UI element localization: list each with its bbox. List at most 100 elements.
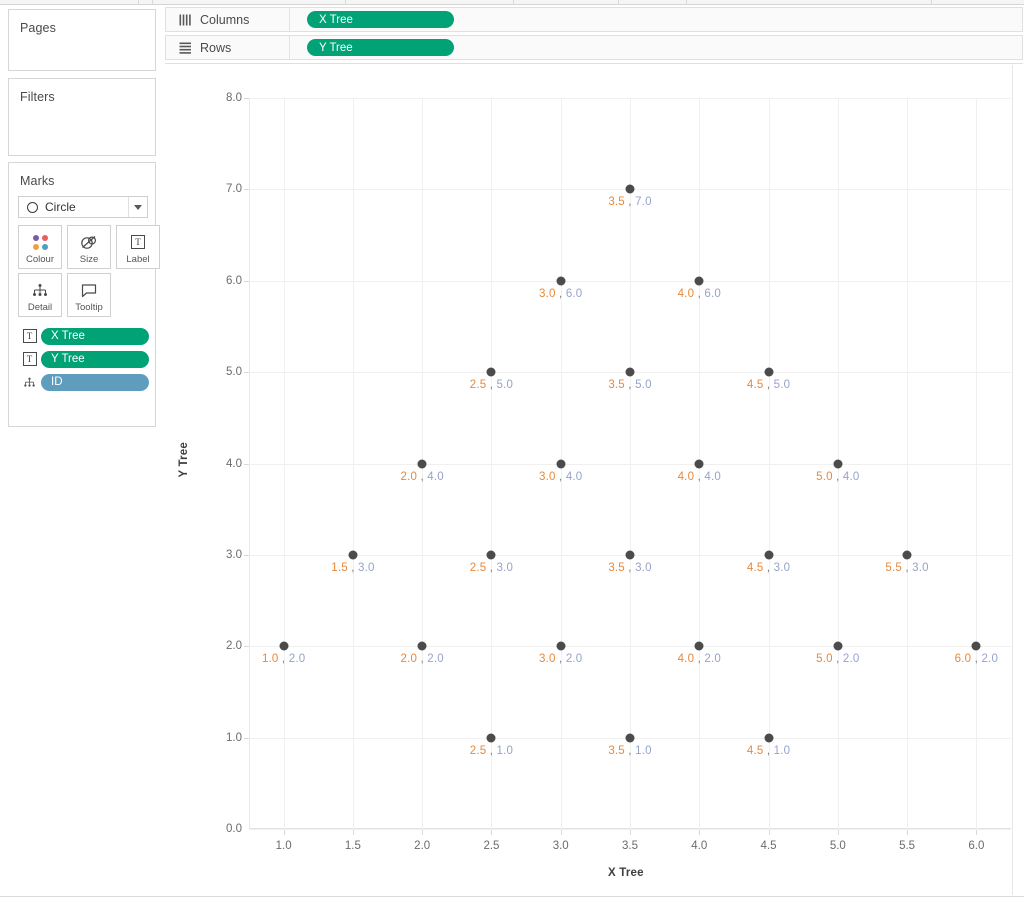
scatter-mark-label-y: 2.0 [427, 653, 444, 666]
rows-shelf-label: Rows [200, 40, 232, 55]
scatter-mark-label-x: 3.5 [608, 196, 625, 209]
scatter-mark-label: 3.0 , 4.0 [539, 471, 582, 483]
scatter-mark[interactable] [417, 459, 427, 468]
scatter-mark[interactable] [694, 641, 704, 651]
scatter-mark-label-y: 1.0 [635, 744, 652, 757]
scatter-mark[interactable] [486, 550, 496, 560]
scatter-mark[interactable] [764, 550, 774, 560]
marks-card-title: Marks [20, 174, 55, 188]
gridline-horizontal [249, 98, 1011, 99]
marks-pill-x-tree[interactable]: T X Tree [21, 327, 149, 345]
marks-pill-y-tree[interactable]: T Y Tree [21, 350, 149, 368]
scatter-mark-label-y: 3.0 [912, 561, 929, 574]
rows-shelf[interactable]: Rows Y Tree [165, 35, 1023, 60]
scatter-mark-label-x: 5.0 [816, 653, 833, 666]
scatter-mark-label-separator: , [555, 653, 566, 666]
scatter-mark[interactable] [556, 459, 566, 468]
x-axis-tick-mark [768, 830, 770, 835]
scatter-mark-label-separator: , [832, 653, 843, 666]
gridline-horizontal [249, 646, 1011, 648]
scatter-mark-label-x: 2.5 [469, 744, 487, 757]
y-axis-tick-mark [244, 372, 249, 374]
scatter-mark[interactable] [764, 733, 774, 743]
scatter-mark-label-x: 2.5 [469, 379, 487, 392]
x-axis-tick-label: 1.0 [275, 840, 292, 852]
scatter-mark-label: 1.0 , 2.0 [262, 653, 305, 665]
scatter-mark-label-y: 4.0 [565, 470, 583, 483]
mark-type-dropdown[interactable]: Circle [18, 196, 148, 218]
scatter-mark-label: 2.5 , 1.0 [470, 745, 513, 757]
scatter-mark-label: 5.0 , 2.0 [816, 653, 859, 665]
scatter-mark-label-y: 2.0 [565, 653, 583, 666]
x-axis-tick-label: 2.5 [483, 840, 500, 852]
colour-property-button[interactable]: Colour [18, 225, 62, 269]
x-axis-tick-mark [976, 830, 978, 835]
scatter-mark-label: 5.5 , 3.0 [885, 562, 928, 574]
label-property-label: Label [126, 254, 150, 265]
marks-pill-id[interactable]: ID [21, 373, 149, 391]
scatter-mark[interactable] [625, 550, 635, 560]
scatter-mark[interactable] [625, 184, 635, 194]
scatter-mark-label-x: 3.0 [539, 287, 556, 300]
scatter-mark[interactable] [833, 641, 843, 651]
x-axis-tick-label: 3.5 [622, 840, 638, 852]
scatter-mark-label-separator: , [763, 561, 774, 574]
scatter-mark-label-x: 3.0 [539, 470, 556, 483]
y-axis-tick-mark [244, 463, 249, 465]
scatter-plot-area[interactable]: 3.5 , 7.0 3.0 , 6.0 4.0 , 6.0 2.5 , 5.0 3.5 … [249, 98, 1011, 830]
rows-pill-y-tree[interactable]: Y Tree [307, 39, 454, 56]
colour-property-label: Colour [26, 254, 54, 265]
scatter-mark-label: 4.5 , 3.0 [747, 562, 790, 574]
scatter-mark[interactable] [486, 733, 496, 743]
scatter-mark-label-y: 1.0 [773, 744, 791, 757]
filters-card-title: Filters [20, 90, 55, 104]
columns-pill-x-tree[interactable]: X Tree [307, 11, 454, 28]
scatter-mark-label-y: 3.0 [358, 561, 375, 574]
chevron-down-icon[interactable] [128, 197, 147, 217]
visualization-canvas[interactable]: 3.5 , 7.0 3.0 , 6.0 4.0 , 6.0 2.5 , 5.0 3.5 … [165, 65, 1013, 895]
scatter-mark[interactable] [556, 641, 566, 651]
scatter-mark-label-separator: , [694, 653, 705, 666]
y-axis-title: Y Tree [178, 441, 190, 478]
scatter-mark[interactable] [417, 641, 427, 651]
scatter-mark[interactable] [279, 641, 289, 651]
scatter-mark-label: 4.0 , 6.0 [678, 288, 721, 300]
tooltip-property-button[interactable]: Tooltip [67, 273, 111, 317]
filters-card[interactable]: Filters [8, 78, 156, 156]
scatter-mark[interactable] [833, 459, 843, 468]
circle-icon [27, 201, 38, 213]
scatter-mark[interactable] [764, 367, 774, 377]
scatter-mark-label-x: 1.5 [331, 561, 348, 574]
scatter-mark[interactable] [694, 276, 704, 286]
scatter-mark-label-x: 2.0 [400, 653, 418, 666]
scatter-mark[interactable] [625, 367, 635, 377]
scatter-mark[interactable] [556, 276, 566, 286]
x-axis-tick-label: 1.5 [344, 840, 361, 852]
size-property-button[interactable]: Size [67, 225, 111, 269]
scatter-mark-label-separator: , [624, 196, 636, 209]
pages-card-title: Pages [20, 21, 56, 35]
columns-shelf[interactable]: Columns X Tree [165, 7, 1023, 32]
y-axis-tick-label: 0.0 [226, 823, 242, 835]
scatter-mark[interactable] [902, 550, 912, 560]
x-axis-tick-mark [491, 830, 493, 835]
scatter-mark-label-x: 5.0 [816, 470, 833, 483]
y-axis-tick-label: 3.0 [226, 548, 242, 561]
scatter-mark[interactable] [694, 459, 704, 468]
label-text-icon: T [21, 329, 38, 343]
detail-property-button[interactable]: Detail [18, 273, 62, 317]
tooltip-property-label: Tooltip [75, 302, 103, 313]
scatter-mark[interactable] [971, 641, 981, 651]
scatter-mark-label-x: 4.0 [677, 470, 695, 483]
scatter-mark-label-separator: , [763, 744, 774, 757]
scatter-mark-label-y: 4.0 [704, 470, 721, 483]
label-property-button[interactable]: T Label [116, 225, 160, 269]
scatter-mark[interactable] [486, 367, 496, 377]
scatter-mark[interactable] [625, 733, 635, 743]
scatter-mark-label-separator: , [624, 744, 636, 757]
pages-card[interactable]: Pages [8, 9, 156, 71]
marks-pill-y-tree-label: Y Tree [41, 350, 149, 368]
y-axis-tick-mark [244, 98, 249, 99]
scatter-mark[interactable] [348, 550, 358, 560]
scatter-mark-label-y: 3.0 [635, 561, 652, 574]
